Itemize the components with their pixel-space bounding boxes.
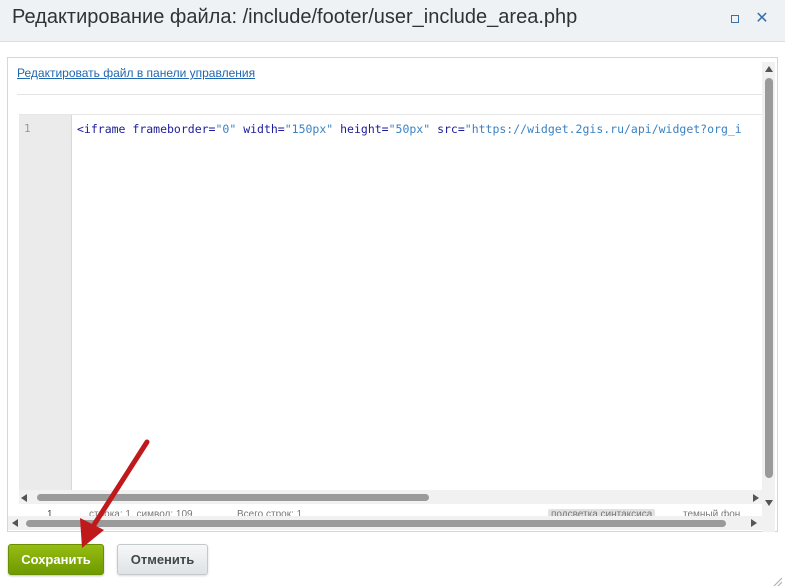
scroll-right-icon[interactable] [753, 494, 759, 502]
line-number-gutter: 1 [19, 115, 72, 491]
save-button[interactable]: Сохранить [8, 544, 104, 575]
code-value: "50px" [388, 122, 431, 136]
resize-grip-icon[interactable] [772, 576, 782, 586]
code-attr: height= [333, 122, 389, 136]
vertical-scroll-thumb[interactable] [765, 78, 773, 478]
cancel-button[interactable]: Отменить [117, 544, 208, 575]
code-value: "150px" [284, 122, 334, 136]
code-value: "https://widget.2gis.ru/api/widget?org_i [464, 122, 742, 136]
code-attr: src= [430, 122, 465, 136]
divider [17, 94, 762, 95]
code-attr: width= [236, 122, 285, 136]
scroll-down-icon[interactable] [765, 500, 773, 506]
maximize-icon[interactable] [728, 12, 742, 26]
close-icon[interactable]: ✕ [755, 11, 769, 27]
dialog-titlebar: Редактирование файла: /include/footer/us… [0, 0, 785, 42]
line-number: 1 [24, 122, 31, 135]
scroll-left-icon[interactable] [12, 519, 18, 527]
editor-horizontal-scroll-thumb[interactable] [37, 494, 429, 501]
code-attr: frameborder= [125, 122, 216, 136]
scroll-up-icon[interactable] [765, 66, 773, 72]
code-line[interactable]: <iframe frameborder="0" width="150px" he… [77, 122, 742, 136]
scroll-right-icon[interactable] [751, 519, 757, 527]
code-tag: <iframe [77, 122, 126, 136]
scroll-left-icon[interactable] [21, 494, 27, 502]
edit-in-control-panel-link[interactable]: Редактировать файл в панели управления [17, 66, 255, 80]
dialog-title: Редактирование файла: /include/footer/us… [12, 6, 578, 28]
code-value: "0" [215, 122, 237, 136]
code-editor[interactable]: 1 <iframe frameborder="0" width="150px" … [19, 114, 764, 495]
horizontal-scroll-thumb[interactable] [26, 520, 726, 527]
